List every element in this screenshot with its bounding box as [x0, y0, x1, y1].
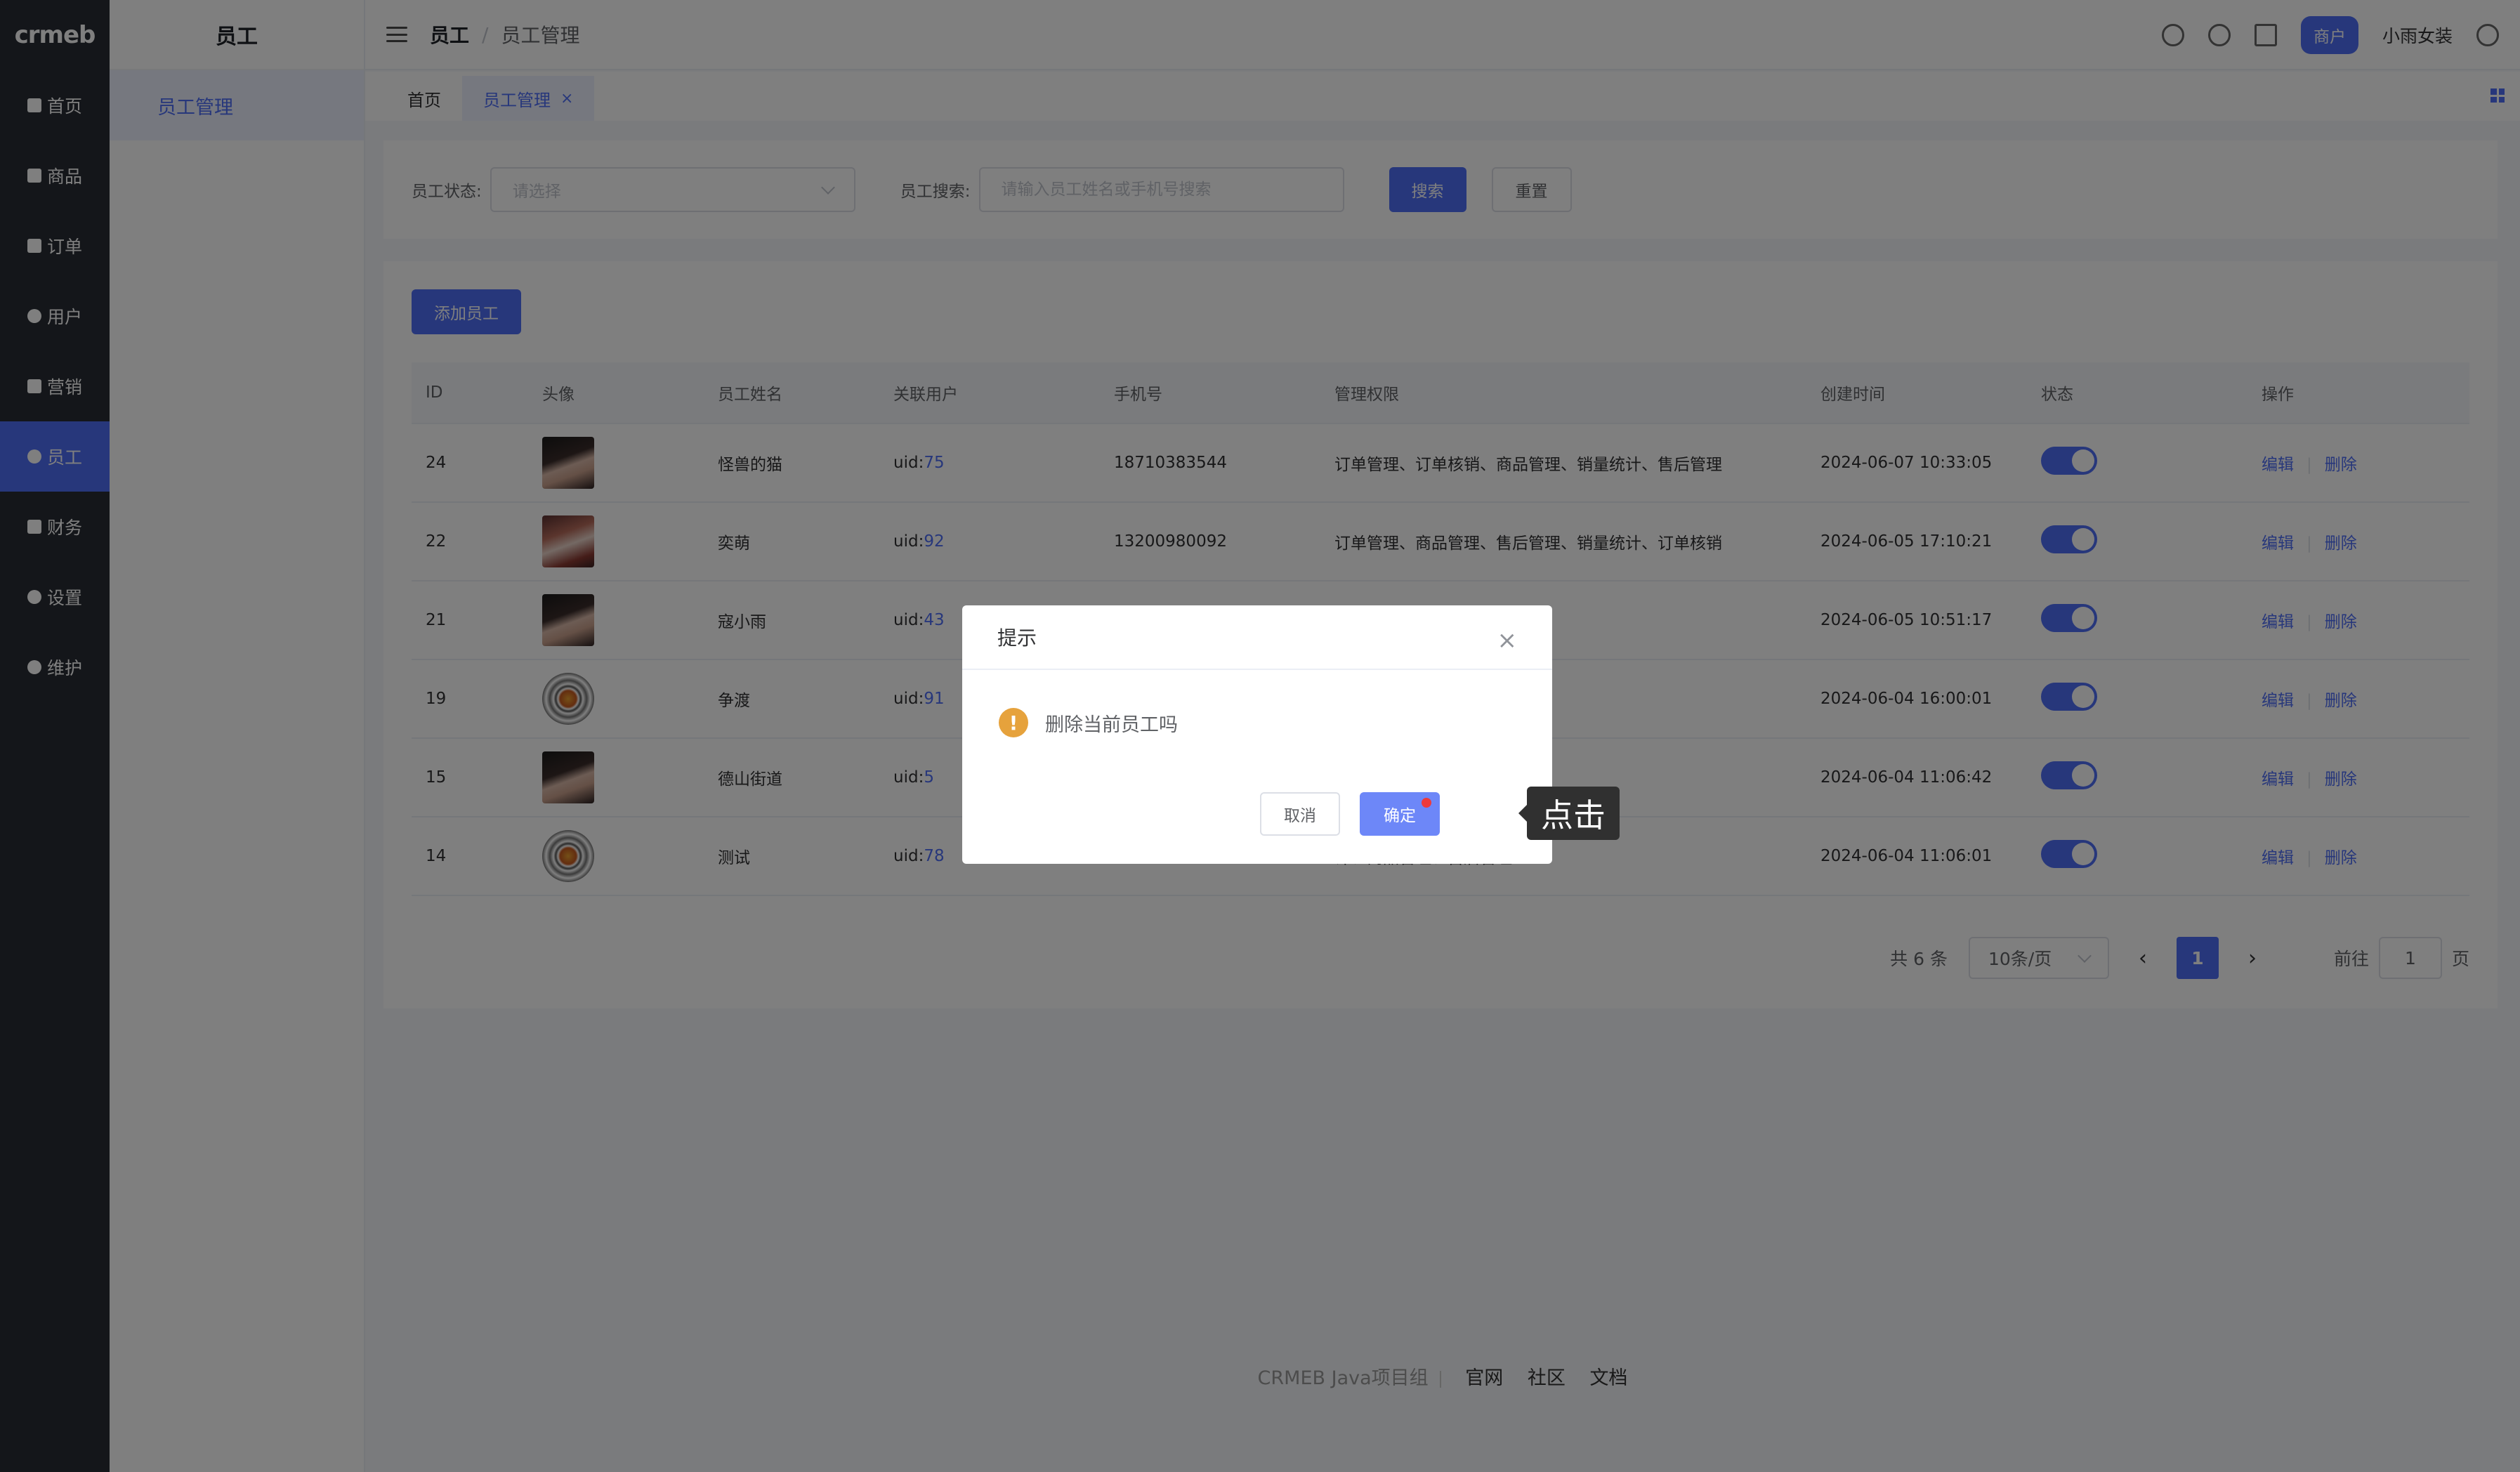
dialog-body: ! 删除当前员工吗 — [962, 670, 1552, 737]
confirm-dialog: 提示 × ! 删除当前员工吗 取消 确定 — [962, 605, 1552, 864]
dialog-header: 提示 — [962, 605, 1552, 670]
cancel-button[interactable]: 取消 — [1260, 792, 1340, 836]
click-marker-icon — [1422, 798, 1431, 808]
warning-icon: ! — [999, 708, 1028, 737]
dialog-title: 提示 — [997, 626, 1037, 650]
click-hint-tooltip: 点击 — [1518, 787, 1620, 840]
dialog-footer: 取消 确定 — [1260, 792, 1440, 836]
confirm-button[interactable]: 确定 — [1360, 792, 1440, 836]
dialog-message: 删除当前员工吗 — [1045, 714, 1178, 736]
confirm-button-label: 确定 — [1384, 807, 1416, 825]
close-icon[interactable]: × — [1497, 626, 1518, 655]
